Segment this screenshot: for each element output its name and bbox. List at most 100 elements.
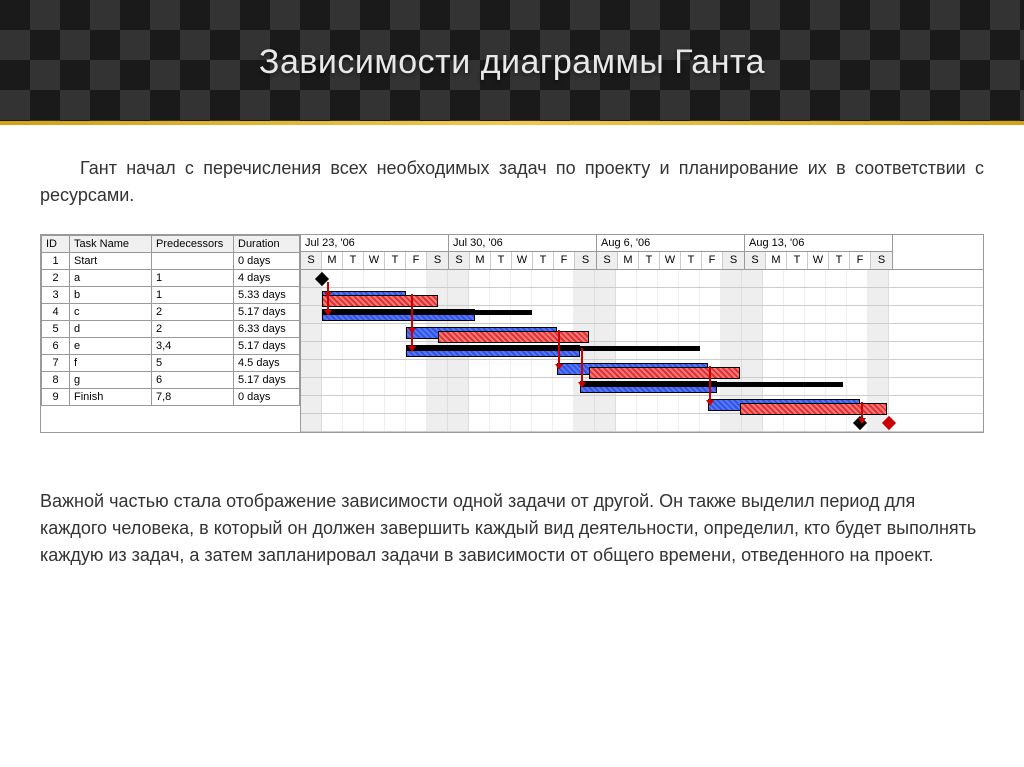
gantt-bar [406, 346, 700, 351]
day-cell: F [850, 252, 871, 269]
cell-name: g [70, 372, 152, 389]
table-row: 2 a 1 4 days [42, 270, 300, 287]
cell-name: f [70, 355, 152, 372]
cell-pred: 5 [152, 355, 234, 372]
day-cell: M [618, 252, 639, 269]
cell-pred: 1 [152, 287, 234, 304]
day-cell: F [702, 252, 723, 269]
day-cell: M [322, 252, 343, 269]
week-group: Aug 6, '06SMTWTFS [597, 235, 745, 269]
arrow-icon [408, 346, 416, 352]
day-cell: S [427, 252, 448, 269]
cell-pred: 6 [152, 372, 234, 389]
table-row: 6 e 3,4 5.17 days [42, 338, 300, 355]
day-cell: F [406, 252, 427, 269]
chart-row [301, 342, 983, 360]
chart-row [301, 396, 983, 414]
week-label: Jul 23, '06 [301, 235, 448, 252]
cell-dur: 5.17 days [234, 338, 300, 355]
cell-pred: 2 [152, 304, 234, 321]
table-row: 3 b 1 5.33 days [42, 287, 300, 304]
task-table: ID Task Name Predecessors Duration 1 Sta… [41, 235, 300, 406]
cell-dur: 4 days [234, 270, 300, 287]
chart-row [301, 324, 983, 342]
day-cell: M [766, 252, 787, 269]
gantt-bar [322, 310, 532, 315]
gantt-bar [580, 382, 843, 387]
week-label: Aug 6, '06 [597, 235, 744, 252]
timeline-panel: Jul 23, '06SMTWTFSJul 30, '06SMTWTFSAug … [301, 235, 983, 432]
cell-pred: 1 [152, 270, 234, 287]
week-group: Aug 13, '06SMTWTFS [745, 235, 893, 269]
day-cell: S [597, 252, 618, 269]
table-row: 7 f 5 4.5 days [42, 355, 300, 372]
cell-dur: 0 days [234, 253, 300, 270]
cell-name: a [70, 270, 152, 287]
cell-pred: 7,8 [152, 389, 234, 406]
cell-id: 6 [42, 338, 70, 355]
day-cell: S [301, 252, 322, 269]
day-cell: S [745, 252, 766, 269]
day-cell: W [660, 252, 681, 269]
day-cell: T [787, 252, 808, 269]
bottom-paragraph: Важной частью стала отображение зависимо… [40, 488, 984, 569]
cell-name: Start [70, 253, 152, 270]
arrow-icon [408, 328, 416, 334]
cell-dur: 5.33 days [234, 287, 300, 304]
day-cell: T [829, 252, 850, 269]
cell-id: 1 [42, 253, 70, 270]
week-label: Aug 13, '06 [745, 235, 892, 252]
col-header-name: Task Name [70, 236, 152, 253]
cell-id: 5 [42, 321, 70, 338]
day-cell: M [470, 252, 491, 269]
slide-title: Зависимости диаграммы Ганта [259, 43, 765, 82]
day-cell: S [449, 252, 470, 269]
chart-row [301, 270, 983, 288]
timeline-header: Jul 23, '06SMTWTFSJul 30, '06SMTWTFSAug … [301, 235, 983, 270]
task-table-panel: ID Task Name Predecessors Duration 1 Sta… [41, 235, 301, 432]
chart-row [301, 306, 983, 324]
day-cell: S [723, 252, 744, 269]
arrow-icon [858, 418, 866, 424]
table-row: 8 g 6 5.17 days [42, 372, 300, 389]
arrow-icon [706, 400, 714, 406]
cell-id: 3 [42, 287, 70, 304]
cell-name: Finish [70, 389, 152, 406]
cell-pred: 3,4 [152, 338, 234, 355]
cell-id: 4 [42, 304, 70, 321]
day-cell: S [575, 252, 596, 269]
milestone-icon [882, 416, 896, 430]
gantt-chart: ID Task Name Predecessors Duration 1 Sta… [40, 234, 984, 433]
day-cell: W [808, 252, 829, 269]
day-cell: T [385, 252, 406, 269]
intro-paragraph: Гант начал с перечисления всех необходим… [40, 155, 984, 209]
chart-area [301, 270, 983, 432]
table-row: 1 Start 0 days [42, 253, 300, 270]
day-cell: W [364, 252, 385, 269]
day-cell: T [533, 252, 554, 269]
chart-row [301, 360, 983, 378]
chart-row [301, 414, 983, 432]
day-cell: T [343, 252, 364, 269]
cell-id: 9 [42, 389, 70, 406]
arrow-icon [555, 364, 563, 370]
cell-pred: 2 [152, 321, 234, 338]
cell-dur: 4.5 days [234, 355, 300, 372]
col-header-id: ID [42, 236, 70, 253]
col-header-dur: Duration [234, 236, 300, 253]
week-group: Jul 23, '06SMTWTFS [301, 235, 449, 269]
slide-content: Гант начал с перечисления всех необходим… [0, 125, 1024, 767]
day-cell: T [491, 252, 512, 269]
cell-name: c [70, 304, 152, 321]
table-row: 9 Finish 7,8 0 days [42, 389, 300, 406]
slide-header: Зависимости диаграммы Ганта [0, 0, 1024, 125]
week-label: Jul 30, '06 [449, 235, 596, 252]
arrow-icon [324, 292, 332, 298]
cell-id: 2 [42, 270, 70, 287]
chart-row [301, 288, 983, 306]
cell-name: e [70, 338, 152, 355]
cell-dur: 5.17 days [234, 304, 300, 321]
day-cell: T [681, 252, 702, 269]
day-cell: F [554, 252, 575, 269]
cell-name: d [70, 321, 152, 338]
